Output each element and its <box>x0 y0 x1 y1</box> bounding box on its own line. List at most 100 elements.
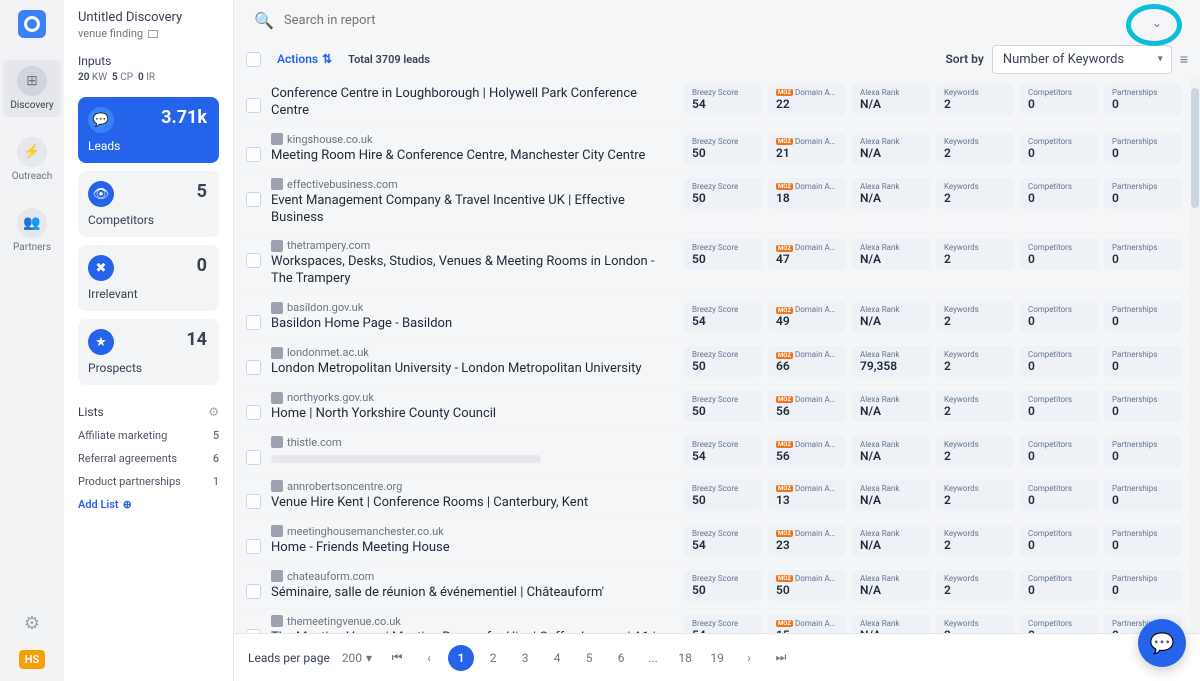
expand-toggle[interactable]: ⌄ <box>1152 16 1162 30</box>
row-checkbox[interactable] <box>246 450 261 465</box>
page-18[interactable]: 18 <box>672 645 698 671</box>
lead-row[interactable]: themeetingvenue.co.ukThe Meeting Venue |… <box>234 609 1194 633</box>
category-card-prospects[interactable]: ★ 14 Prospects <box>78 319 219 385</box>
row-checkbox[interactable] <box>246 98 261 113</box>
metrics-group: Breezy Score50 MOZDomain Aut...56 Alexa … <box>684 391 1182 422</box>
page-1[interactable]: 1 <box>448 645 474 671</box>
hs-badge[interactable]: HS <box>19 650 46 669</box>
metric-breezy: Breezy Score50 <box>684 570 762 601</box>
row-checkbox[interactable] <box>246 494 261 509</box>
nav-partners[interactable]: 👥 Partners <box>3 202 61 259</box>
card-value: 14 <box>186 329 207 350</box>
per-page-select[interactable]: 200 ▾ <box>342 651 372 665</box>
lead-domain: themeetingvenue.co.uk <box>271 615 674 628</box>
toolbar: Actions ⇅ Total 3709 leads Sort by Numbe… <box>234 40 1200 78</box>
search-input[interactable] <box>284 13 1180 28</box>
list-item[interactable]: Referral agreements6 <box>78 452 219 465</box>
lead-title: Séminaire, salle de réunion & événementi… <box>271 585 674 602</box>
row-checkbox[interactable] <box>246 253 261 268</box>
settings-icon[interactable]: ⚙ <box>24 613 40 634</box>
favicon-icon <box>271 178 283 190</box>
page-5[interactable]: 5 <box>576 645 602 671</box>
page-19[interactable]: 19 <box>704 645 730 671</box>
gear-icon[interactable]: ⚙ <box>208 405 219 419</box>
row-checkbox[interactable] <box>246 192 261 207</box>
metric-competitors: Competitors0 <box>1020 570 1098 601</box>
lead-row[interactable]: thetrampery.comWorkspaces, Desks, Studio… <box>234 233 1194 295</box>
category-card-leads[interactable]: 💬 3.71k Leads <box>78 97 219 163</box>
lead-row[interactable]: Conference Centre in Loughborough | Holy… <box>234 78 1194 127</box>
metric-breezy: Breezy Score50 <box>684 133 762 164</box>
lead-row[interactable]: northyorks.gov.ukHome | North Yorkshire … <box>234 385 1194 430</box>
nav-outreach[interactable]: ⚡ Outreach <box>3 131 61 188</box>
category-card-irrelevant[interactable]: ✖ 0 Irrelevant <box>78 245 219 311</box>
lead-row[interactable]: kingshouse.co.ukMeeting Room Hire & Conf… <box>234 127 1194 172</box>
card-value: 0 <box>197 255 207 276</box>
lead-row[interactable]: meetinghousemanchester.co.ukHome - Frien… <box>234 519 1194 564</box>
metric-breezy: Breezy Score50 <box>684 178 762 209</box>
actions-button[interactable]: Actions ⇅ <box>277 52 332 66</box>
discovery-subtitle: venue finding <box>78 27 219 40</box>
favicon-icon <box>271 570 283 582</box>
page-prev[interactable]: ‹ <box>416 645 442 671</box>
row-checkbox[interactable] <box>246 315 261 330</box>
metric-alexa: Alexa RankN/A <box>852 84 930 115</box>
page-3[interactable]: 3 <box>512 645 538 671</box>
scrollbar-thumb[interactable] <box>1191 88 1199 208</box>
metric-partnerships: Partnerships0 <box>1104 301 1182 332</box>
page-last[interactable]: ⏭ <box>768 645 794 671</box>
card-value: 5 <box>197 181 207 202</box>
metric-domain-auth: MOZDomain Aut...47 <box>768 239 846 270</box>
list-count: 1 <box>213 475 219 488</box>
metric-keywords: Keywords2 <box>936 391 1014 422</box>
people-icon: 👥 <box>17 208 47 238</box>
lead-domain: effectivebusiness.com <box>271 178 674 191</box>
lead-domain: londonmet.ac.uk <box>271 346 674 359</box>
lead-domain: basildon.gov.uk <box>271 301 674 314</box>
page-6[interactable]: 6 <box>608 645 634 671</box>
metric-competitors: Competitors0 <box>1020 301 1098 332</box>
page-first[interactable]: ⏮ <box>384 645 410 671</box>
metric-alexa: Alexa RankN/A <box>852 480 930 511</box>
metrics-group: Breezy Score50 MOZDomain Aut...21 Alexa … <box>684 133 1182 164</box>
lead-row[interactable]: annrobertsoncentre.orgVenue Hire Kent | … <box>234 474 1194 519</box>
metric-domain-auth: MOZDomain Aut...18 <box>768 178 846 209</box>
page-2[interactable]: 2 <box>480 645 506 671</box>
lead-row[interactable]: chateauform.com Séminaire, salle de réuni… <box>234 564 1194 609</box>
lead-row[interactable]: basildon.gov.ukBasildon Home Page - Basi… <box>234 295 1194 340</box>
row-checkbox[interactable] <box>246 360 261 375</box>
card-label: Prospects <box>88 361 209 375</box>
lead-row[interactable]: londonmet.ac.ukLondon Metropolitan Unive… <box>234 340 1194 385</box>
list-item[interactable]: Affiliate marketing5 <box>78 429 219 442</box>
page-4[interactable]: 4 <box>544 645 570 671</box>
lead-row[interactable]: effectivebusiness.comEvent Management Co… <box>234 172 1194 234</box>
row-checkbox[interactable] <box>246 405 261 420</box>
filter-icon[interactable]: ≡ <box>1180 51 1188 68</box>
row-checkbox[interactable] <box>246 539 261 554</box>
page-next[interactable]: › <box>736 645 762 671</box>
scrollbar[interactable] <box>1190 78 1200 633</box>
category-card-competitors[interactable]: 👁 5 Competitors <box>78 171 219 237</box>
chat-launcher[interactable]: 💬 <box>1138 619 1186 667</box>
row-checkbox[interactable] <box>246 584 261 599</box>
lead-domain: chateauform.com <box>271 570 674 583</box>
metric-breezy: Breezy Score50 <box>684 391 762 422</box>
chat-icon: 💬 <box>1150 631 1175 655</box>
add-list-button[interactable]: Add List ⊕ <box>78 498 219 511</box>
lead-domain: thistle.com <box>271 436 674 449</box>
inputs-label: Inputs <box>78 54 219 68</box>
row-checkbox[interactable] <box>246 147 261 162</box>
metric-breezy: Breezy Score50 <box>684 480 762 511</box>
list-item[interactable]: Product partnerships1 <box>78 475 219 488</box>
lead-row[interactable]: thistle.com Breezy Score54 MOZDomain Aut… <box>234 430 1194 474</box>
metric-partnerships: Partnerships0 <box>1104 391 1182 422</box>
metric-domain-auth: MOZDomain Aut...56 <box>768 391 846 422</box>
metric-breezy: Breezy Score54 <box>684 525 762 556</box>
sort-select[interactable]: Number of Keywords ▾ <box>992 45 1172 74</box>
app-logo[interactable] <box>18 10 46 38</box>
card-label: Leads <box>88 139 209 153</box>
metric-domain-auth: MOZDomain Aut...23 <box>768 525 846 556</box>
select-all-checkbox[interactable] <box>246 52 261 67</box>
nav-discovery[interactable]: ⊞ Discovery <box>3 60 61 117</box>
metric-partnerships: Partnerships0 <box>1104 178 1182 209</box>
